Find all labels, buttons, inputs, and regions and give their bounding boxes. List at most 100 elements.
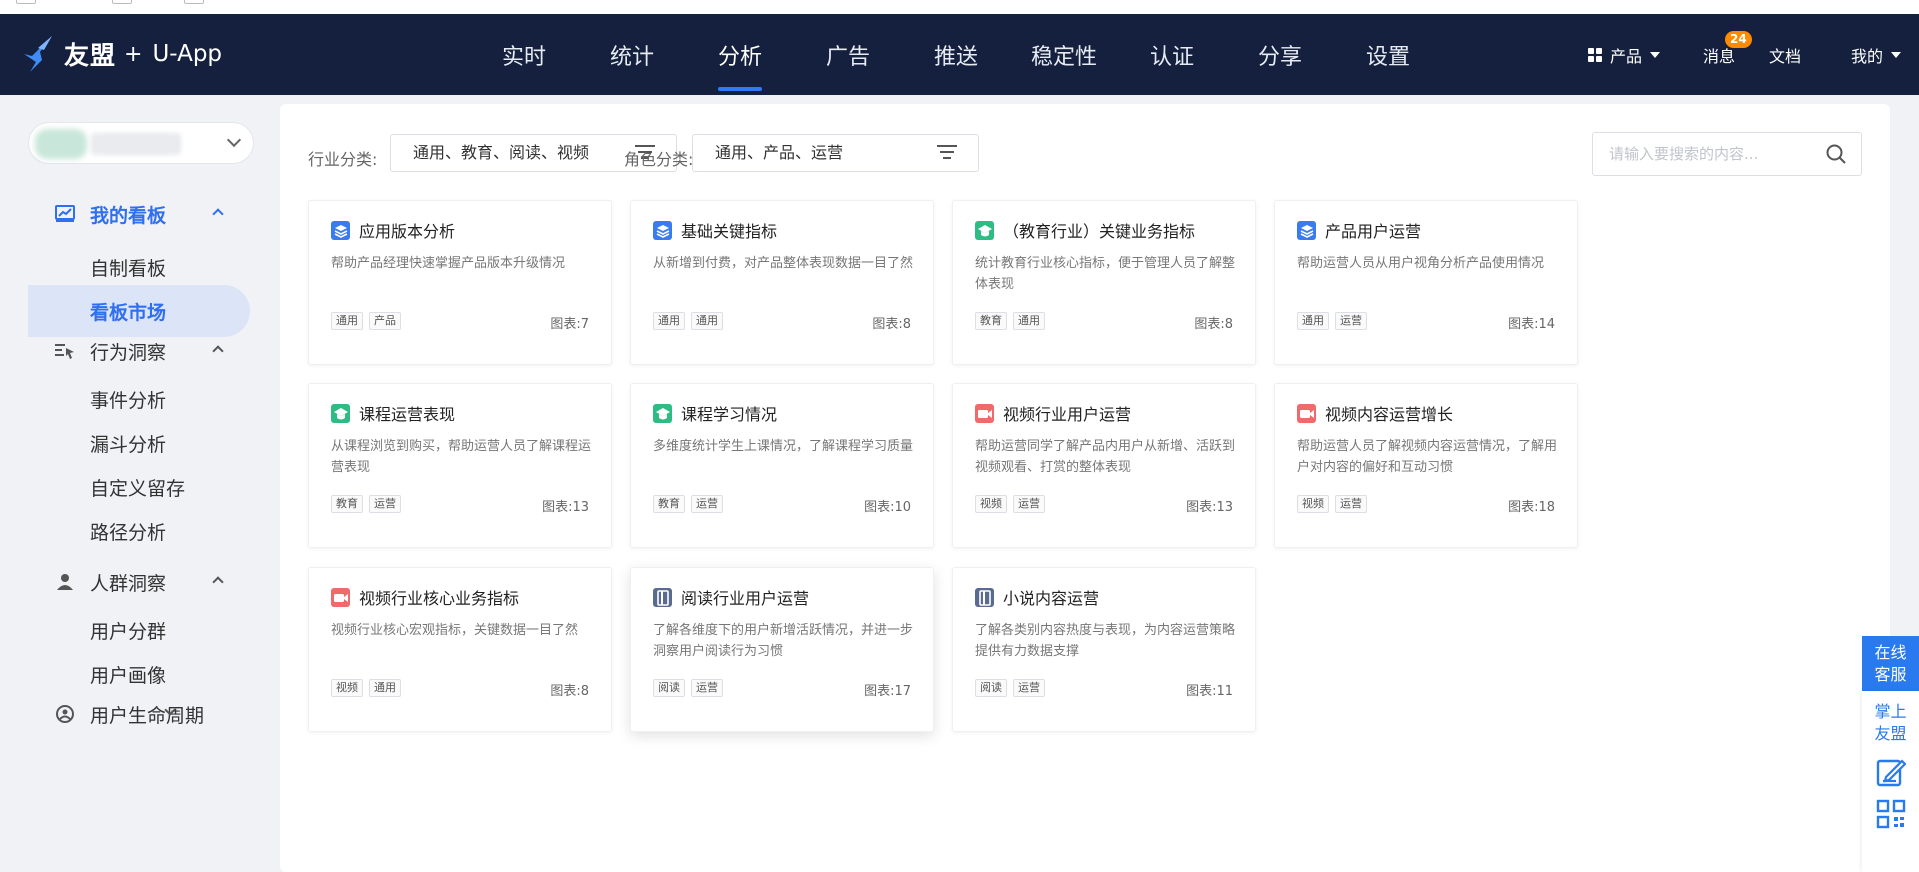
nav-item-label: 设置: [1365, 44, 1410, 70]
sidebar-item-label: 事件分析: [90, 389, 167, 412]
search-box: [1592, 132, 1862, 176]
board-card[interactable]: 阅读行业用户运营 了解各维度下的用户新增活跃情况，并进一步洞察用户阅读行为习惯 阅读…: [630, 567, 934, 732]
sidebar-item-label: 自定义留存: [90, 477, 186, 500]
board-card-description: 统计教育行业核心指标，便于管理人员了解整体表现: [975, 256, 1236, 292]
sidebar-group-lifecycle[interactable]: 用户生命周期: [28, 692, 252, 736]
board-card-tag: 教育: [653, 495, 685, 513]
board-card[interactable]: 视频行业核心业务指标 视频行业核心宏观指标，关键数据一目了然 视频 通用 图表:8: [308, 567, 612, 732]
board-card-tag: 通用: [1297, 312, 1329, 330]
board-card-tags: 视频 运营: [1297, 495, 1373, 513]
sidebar-group-label: 行为洞察: [90, 341, 167, 364]
sidebar: 我的看板 自制看板 看板市场 行为洞察 事件分析 漏斗分析 自定义留存 路径分析…: [0, 95, 280, 872]
board-card-tag: 通用: [691, 312, 723, 330]
board-card[interactable]: 视频行业用户运营 帮助运营同学了解产品内用户从新增、活跃到视频观看、打赏的整体表现…: [952, 383, 1256, 548]
product-switcher[interactable]: 产品: [1588, 14, 1661, 95]
board-card-tag: 运营: [1013, 495, 1045, 513]
board-card-title: 阅读行业用户运营: [681, 589, 810, 608]
board-card-title: 小说内容运营: [1003, 589, 1100, 608]
sidebar-group-my-boards[interactable]: 我的看板: [28, 192, 252, 236]
board-card-tags: 阅读 运营: [653, 679, 729, 697]
board-card-chart-count: 图表:7: [550, 313, 589, 332]
nav-item-label: 实时: [501, 44, 546, 70]
nav-item[interactable]: 分析: [686, 14, 794, 95]
sidebar-group-label: 用户生命周期: [90, 704, 205, 727]
user-icon: [54, 571, 76, 593]
video-camera-icon: [1297, 404, 1316, 423]
floating-service-body: 掌上友盟: [1862, 691, 1919, 872]
layers-icon: [1297, 221, 1316, 240]
board-card-title: 课程学习情况: [681, 405, 778, 424]
board-card-chart-count: 图表:8: [872, 313, 911, 332]
nav-item-label: 广告: [825, 44, 870, 70]
board-card-tag: 通用: [331, 312, 363, 330]
chart-count-value: 8: [580, 684, 589, 699]
board-card[interactable]: 基础关键指标 从新增到付费，对产品整体表现数据一目了然 通用 通用 图表:8: [630, 200, 934, 365]
board-card[interactable]: 视频内容运营增长 帮助运营人员了解视频内容运营情况，了解用户对内容的偏好和互动习惯…: [1274, 383, 1578, 548]
nav-item[interactable]: 统计: [578, 14, 686, 95]
board-card-description: 从新增到付费，对产品整体表现数据一目了然: [653, 256, 914, 271]
chart-count-prefix: 图表:: [1194, 317, 1225, 332]
browser-tab-edge: [16, 0, 36, 4]
caret-down-icon: [1650, 51, 1661, 58]
search-icon[interactable]: [1825, 143, 1847, 169]
board-card-tags: 视频 通用: [331, 679, 407, 697]
board-card[interactable]: 课程学习情况 多维度统计学生上课情况，了解课程学习质量 教育 运营 图表:10: [630, 383, 934, 548]
chart-count-value: 13: [572, 500, 589, 515]
browser-strip: [0, 0, 1919, 14]
board-card-tag: 教育: [331, 495, 363, 513]
role-filter-select[interactable]: 通用、产品、运营: [692, 134, 979, 172]
sidebar-group-audience[interactable]: 人群洞察: [28, 560, 252, 604]
messages-link[interactable]: 消息 24: [1703, 14, 1752, 95]
floating-service-panel: 在线客服 掌上友盟: [1862, 636, 1919, 872]
board-card-description: 从课程浏览到购买，帮助运营人员了解课程运营表现: [331, 439, 592, 475]
online-support-button[interactable]: 在线客服: [1862, 636, 1919, 691]
brand-logo[interactable]: 友盟 + U-App: [22, 32, 222, 76]
board-card[interactable]: 产品用户运营 帮助运营人员从用户视角分析产品使用情况 通用 运营 图表:14: [1274, 200, 1578, 365]
top-navigation: 友盟 + U-App 实时 统计 分析 广告 推送 稳定性 认证 分享 设置 产品 消息 24 …: [0, 14, 1919, 95]
filter-icon: [936, 145, 958, 163]
nav-item[interactable]: 设置: [1334, 14, 1442, 95]
sidebar-item-label: 漏斗分析: [90, 433, 167, 456]
board-card-description: 帮助运营人员从用户视角分析产品使用情况: [1297, 256, 1545, 271]
sidebar-group-label: 人群洞察: [90, 572, 167, 595]
graduation-cap-icon: [653, 404, 672, 423]
chart-count-value: 7: [580, 317, 589, 332]
nav-item[interactable]: 实时: [470, 14, 578, 95]
umeng-mobile-link[interactable]: 掌上友盟: [1862, 691, 1919, 745]
board-card-chart-count: 图表:8: [1194, 313, 1233, 332]
account-menu[interactable]: 我的: [1851, 14, 1902, 95]
chart-count-prefix: 图表:: [1186, 684, 1217, 699]
sidebar-group-behavior[interactable]: 行为洞察: [28, 329, 252, 373]
board-card-chart-count: 图表:14: [1508, 313, 1555, 332]
chart-count-value: 18: [1538, 500, 1555, 515]
account-menu-label: 我的: [1851, 46, 1884, 66]
brand-product: U-App: [152, 41, 223, 67]
graduation-cap-icon: [331, 404, 350, 423]
search-input[interactable]: [1593, 133, 1813, 175]
feedback-button[interactable]: [1862, 745, 1919, 787]
board-card[interactable]: 小说内容运营 了解各类别内容热度与表现，为内容运营策略提供有力数据支撑 阅读 运营 图表…: [952, 567, 1256, 732]
nav-item[interactable]: 分享: [1226, 14, 1334, 95]
qr-code-button[interactable]: [1862, 787, 1919, 829]
nav-item-label: 推送: [933, 44, 978, 70]
board-card[interactable]: 应用版本分析 帮助产品经理快速掌握产品版本升级情况 通用 产品 图表:7: [308, 200, 612, 365]
board-card-title: 视频行业核心业务指标: [359, 589, 520, 608]
board-card[interactable]: 课程运营表现 从课程浏览到购买，帮助运营人员了解课程运营表现 教育 运营 图表:13: [308, 383, 612, 548]
nav-item[interactable]: 广告: [794, 14, 902, 95]
sidebar-item-path-analysis[interactable]: 路径分析: [28, 505, 250, 557]
board-card-tags: 教育 运营: [653, 495, 729, 513]
board-card-description: 帮助产品经理快速掌握产品版本升级情况: [331, 256, 566, 271]
board-card-chart-count: 图表:18: [1508, 496, 1555, 515]
chart-icon: [54, 203, 76, 225]
board-card[interactable]: （教育行业）关键业务指标 统计教育行业核心指标，便于管理人员了解整体表现 教育 通用 图…: [952, 200, 1256, 365]
docs-label: 文档: [1769, 46, 1802, 66]
cursor-list-icon: [54, 340, 76, 362]
chart-count-value: 13: [1216, 500, 1233, 515]
nav-item[interactable]: 认证: [1118, 14, 1226, 95]
nav-item[interactable]: 稳定性: [1010, 14, 1118, 95]
board-card-grid: 应用版本分析 帮助产品经理快速掌握产品版本升级情况 通用 产品 图表:7 基础关键指标 从新…: [308, 200, 1898, 872]
app-selector[interactable]: [28, 122, 254, 164]
browser-tab-edge: [184, 0, 204, 4]
nav-item[interactable]: 推送: [902, 14, 1010, 95]
docs-link[interactable]: 文档: [1769, 14, 1801, 95]
